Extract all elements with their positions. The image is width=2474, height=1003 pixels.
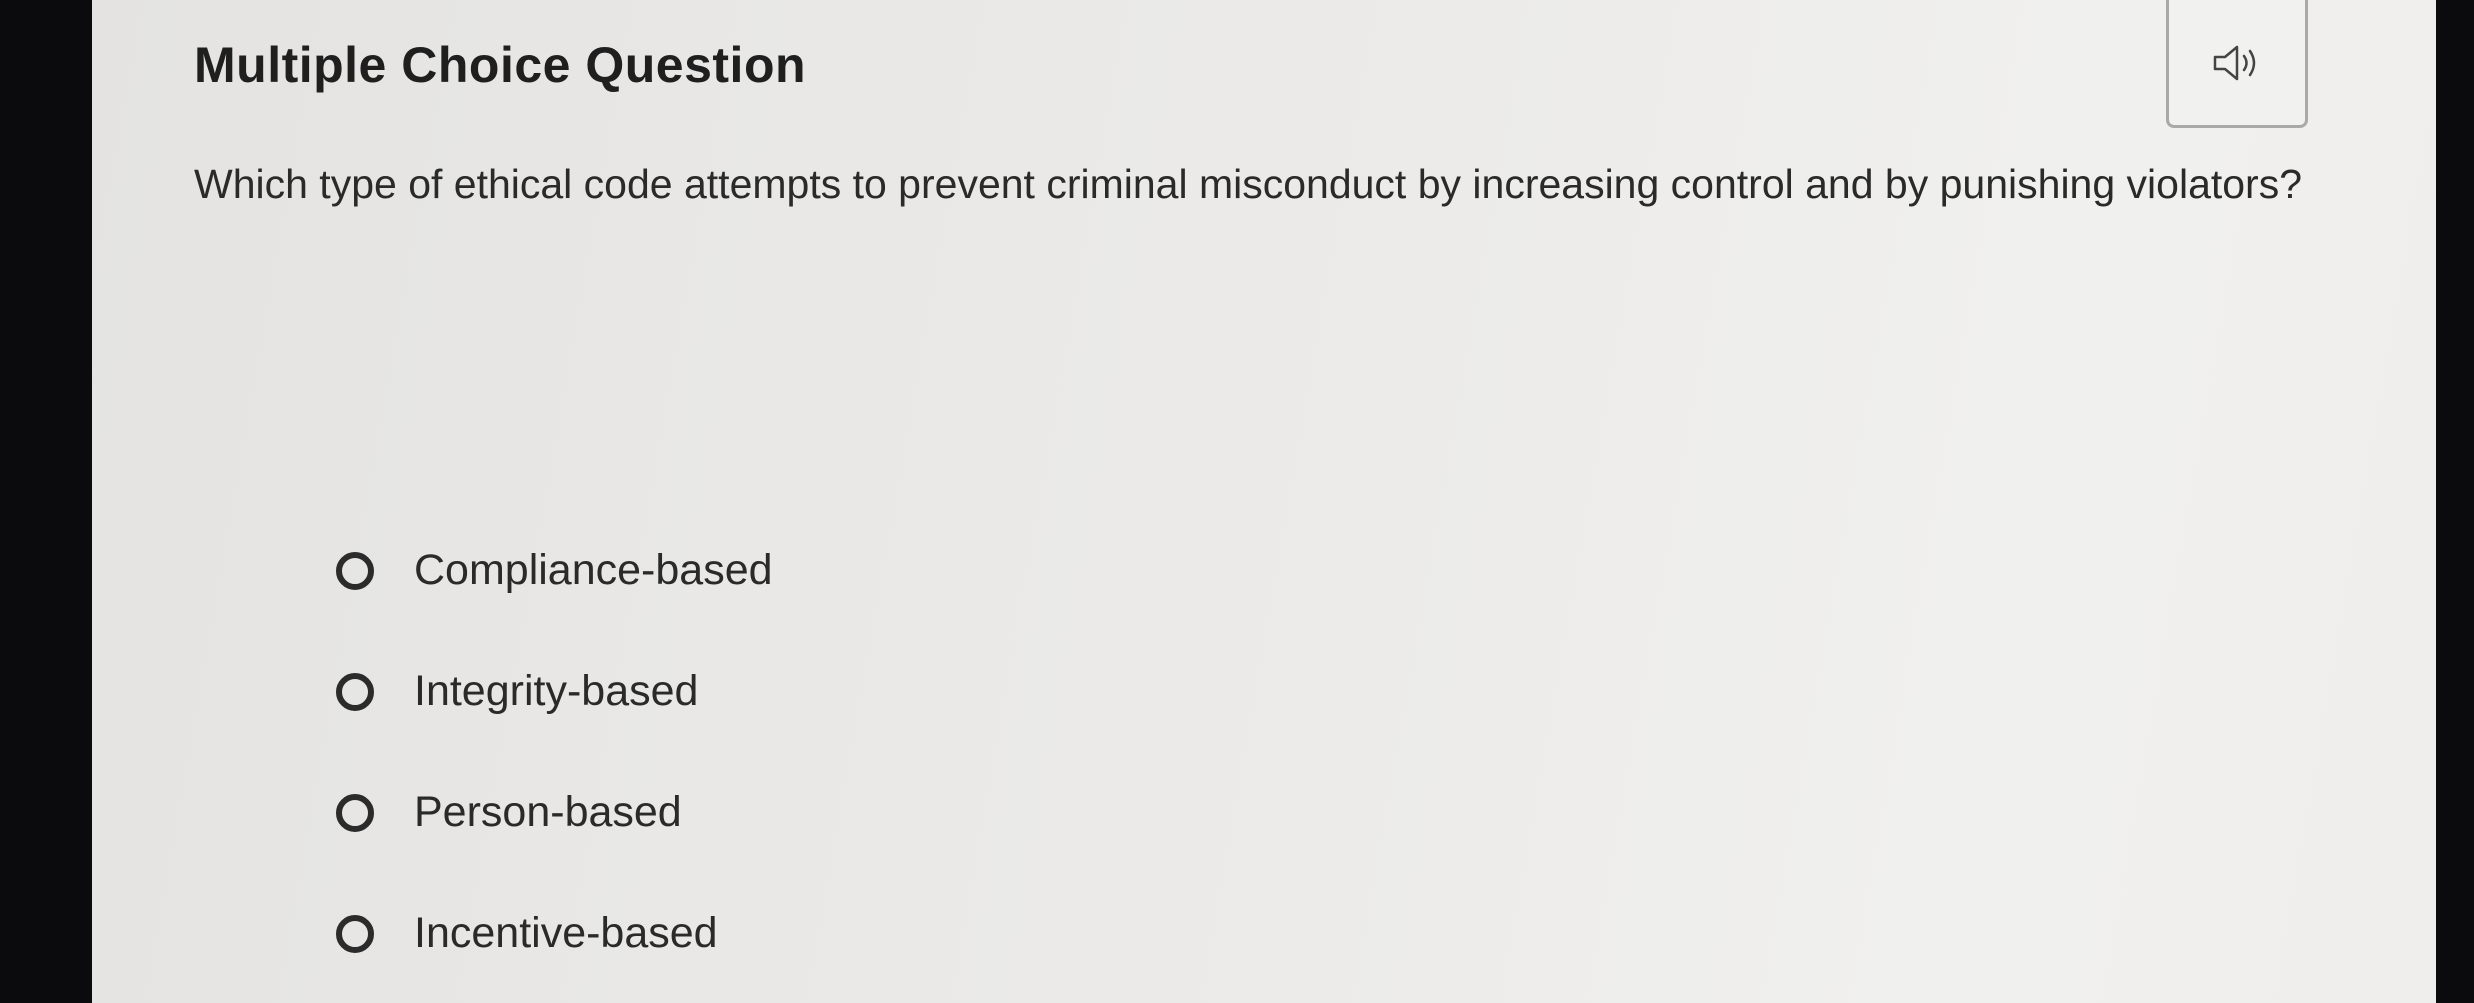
question-panel: Multiple Choice Question Which type of e… (92, 0, 2436, 1003)
speaker-icon (2213, 45, 2256, 80)
choice-person-based[interactable]: Person-based (336, 752, 773, 873)
choice-label: Compliance-based (414, 546, 773, 594)
choice-label: Integrity-based (414, 667, 699, 715)
radio-button[interactable] (336, 793, 374, 832)
radio-button[interactable] (336, 551, 374, 590)
choice-integrity-based[interactable]: Integrity-based (336, 631, 773, 752)
question-text: Which type of ethical code attempts to p… (194, 161, 2303, 207)
choice-compliance-based[interactable]: Compliance-based (336, 510, 773, 631)
choice-label: Incentive-based (414, 909, 718, 957)
radio-button[interactable] (336, 672, 374, 711)
radio-button[interactable] (336, 914, 374, 953)
answer-choices: Compliance-based Integrity-based Person-… (336, 510, 773, 994)
choice-incentive-based[interactable]: Incentive-based (336, 873, 773, 994)
question-type-title: Multiple Choice Question (194, 37, 807, 93)
choice-label: Person-based (414, 788, 682, 836)
photo-frame: Multiple Choice Question Which type of e… (0, 0, 2474, 1003)
read-aloud-button[interactable] (2166, 0, 2308, 128)
